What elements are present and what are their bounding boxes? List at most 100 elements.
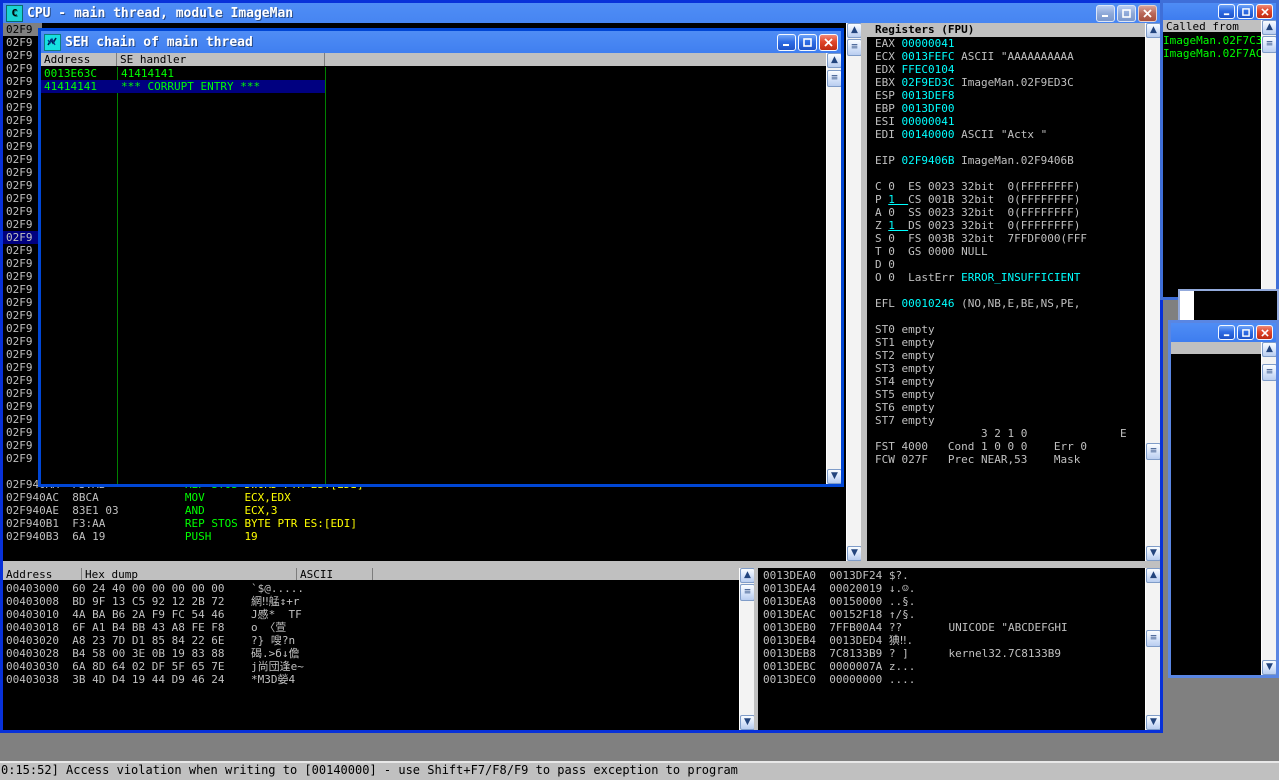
disassembly-row[interactable]: 02F940AE 83E1 03 AND ECX,3 bbox=[3, 504, 861, 517]
cpu-close-button[interactable] bbox=[1138, 4, 1157, 22]
stack-scroll-up-button[interactable]: ▲ bbox=[1146, 568, 1160, 583]
dump-scrollbar[interactable]: ▲ ≡ ▼ bbox=[739, 568, 754, 730]
disassembly-row[interactable]: 02F9 bbox=[3, 114, 42, 127]
fpu-register-value[interactable]: empty bbox=[902, 349, 935, 362]
cpu-window-buttons[interactable] bbox=[1096, 4, 1158, 22]
call-stack-pane[interactable]: Called from ImageMan.02F7C3 ImageMan.02F7… bbox=[1163, 20, 1276, 297]
aux-window-buttons[interactable] bbox=[1218, 325, 1274, 340]
dump-scroll-up-button[interactable]: ▲ bbox=[740, 568, 754, 583]
disassembly-row[interactable]: 02F9 bbox=[3, 400, 42, 413]
stack-scroll-down-button[interactable]: ▼ bbox=[1146, 715, 1160, 730]
flag-bit[interactable]: 0 bbox=[888, 232, 908, 245]
seh-window-buttons[interactable] bbox=[777, 33, 839, 51]
disassembly-row[interactable]: 02F9 bbox=[3, 101, 42, 114]
aux-window-titlebar[interactable] bbox=[1171, 323, 1276, 342]
seh-row[interactable]: 0013E63C 41414141 bbox=[41, 67, 325, 80]
call-stack-close-button[interactable] bbox=[1256, 4, 1273, 19]
aux-scroll-up-button[interactable]: ▲ bbox=[1262, 342, 1276, 357]
disassembly-row[interactable]: 02F9 bbox=[3, 309, 42, 322]
disassembly-row[interactable]: 02F9 bbox=[3, 23, 42, 36]
seh-window[interactable]: SEH chain of main thread Address SE hand… bbox=[38, 28, 844, 487]
flag-bit[interactable]: 0 bbox=[888, 271, 908, 284]
registers-scroll-thumb[interactable]: ≡ bbox=[1146, 443, 1160, 460]
flag-bit[interactable]: 1 bbox=[888, 219, 908, 232]
disassembly-row[interactable]: 02F9 bbox=[3, 179, 42, 192]
disassembly-scroll-thumb[interactable]: ≡ bbox=[847, 39, 861, 56]
disassembly-row[interactable]: 02F9 bbox=[3, 374, 42, 387]
disassembly-row[interactable]: 02F940AC 8BCA MOV ECX,EDX bbox=[3, 491, 861, 504]
efl-value[interactable]: 00010246 bbox=[902, 297, 962, 310]
aux-minimize-button[interactable] bbox=[1218, 325, 1235, 340]
fpu-register-value[interactable]: empty bbox=[902, 401, 935, 414]
seh-scroll-up-button[interactable]: ▲ bbox=[827, 53, 841, 68]
aux-scroll-down-button[interactable]: ▼ bbox=[1262, 660, 1276, 675]
fpu-register-value[interactable]: empty bbox=[902, 336, 935, 349]
segment-selector[interactable]: 0023 bbox=[928, 219, 961, 232]
seh-maximize-button[interactable] bbox=[798, 33, 817, 51]
disassembly-row[interactable]: 02F9 bbox=[3, 348, 42, 361]
stack-row[interactable]: 0013DEA0 0013DF24 $?. bbox=[758, 569, 1160, 582]
registers-scroll-down-button[interactable]: ▼ bbox=[1146, 546, 1160, 561]
fcw-value[interactable]: 027F bbox=[902, 453, 948, 466]
aux-maximize-button[interactable] bbox=[1237, 325, 1254, 340]
dump-row[interactable]: 00403010 4A BA B6 2A F9 FC 54 46 J慼* TF bbox=[3, 608, 754, 621]
disassembly-row[interactable]: 02F9 bbox=[3, 140, 42, 153]
disassembly-row[interactable]: 02F9 bbox=[3, 322, 42, 335]
disassembly-row[interactable]: 02F9 bbox=[3, 257, 42, 270]
register-value[interactable]: 0013DF00 bbox=[902, 102, 962, 115]
stack-pane[interactable]: 0013DEA0 0013DF24 $?. 0013DEA4 00020019 … bbox=[758, 568, 1160, 730]
dump-col-hex[interactable]: Hex dump bbox=[82, 568, 297, 580]
seh-window-titlebar[interactable]: SEH chain of main thread bbox=[41, 31, 841, 53]
dump-row[interactable]: 00403008 BD 9F 13 C5 92 12 2B 72 網‼艋↕+r bbox=[3, 595, 754, 608]
register-value[interactable]: 00000041 bbox=[902, 37, 962, 50]
flag-bit[interactable]: 0 bbox=[888, 258, 908, 271]
top-bottom-splitter[interactable] bbox=[3, 561, 1160, 568]
registers-scrollbar[interactable]: ▲ ≡ ▼ bbox=[1145, 23, 1160, 561]
flag-bit[interactable]: 1 bbox=[888, 193, 908, 206]
call-stack-maximize-button[interactable] bbox=[1237, 4, 1254, 19]
disassembly-row[interactable]: 02F940B1 F3:AA REP STOS BYTE PTR ES:[EDI… bbox=[3, 517, 861, 530]
disassembly-row[interactable]: 02F9 bbox=[3, 413, 42, 426]
seh-close-button[interactable] bbox=[819, 33, 838, 51]
disassembly-scroll-down-button[interactable]: ▼ bbox=[847, 546, 861, 561]
call-stack-window[interactable]: Called from ImageMan.02F7C3 ImageMan.02F7… bbox=[1160, 0, 1279, 300]
aux-col-1[interactable] bbox=[1171, 342, 1246, 354]
register-value[interactable]: 00000041 bbox=[902, 115, 962, 128]
register-value[interactable]: 0013FEFC bbox=[902, 50, 962, 63]
cpu-window-titlebar[interactable]: C CPU - main thread, module ImageMan bbox=[3, 3, 1160, 23]
call-stack-col-called-from[interactable]: Called from bbox=[1163, 20, 1261, 32]
call-stack-scroll-up-button[interactable]: ▲ bbox=[1262, 20, 1276, 35]
flag-bit[interactable]: 0 bbox=[888, 245, 908, 258]
dump-column-headers[interactable]: Address Hex dump ASCII bbox=[3, 568, 754, 581]
cpu-maximize-button[interactable] bbox=[1117, 4, 1136, 22]
seh-scroll-down-button[interactable]: ▼ bbox=[827, 469, 841, 484]
stack-row[interactable]: 0013DEAC 00152F18 ↑/§. bbox=[758, 608, 1160, 621]
stack-row[interactable]: 0013DEC0 00000000 .... bbox=[758, 673, 1160, 686]
fpu-register-value[interactable]: empty bbox=[902, 375, 935, 388]
dump-col-extra[interactable] bbox=[373, 568, 754, 580]
seh-column-headers[interactable]: Address SE handler bbox=[41, 53, 841, 67]
register-value[interactable]: 02F9406B bbox=[902, 154, 962, 167]
segment-selector[interactable]: 0023 bbox=[928, 206, 961, 219]
dump-row[interactable]: 00403020 A8 23 7D D1 85 84 22 6E ?} 嗖?n bbox=[3, 634, 754, 647]
disassembly-row[interactable]: 02F940B3 6A 19 PUSH 19 bbox=[3, 530, 861, 543]
call-stack-scrollbar[interactable]: ▲ ≡ bbox=[1261, 20, 1276, 297]
disassembly-row[interactable]: 02F9 bbox=[3, 75, 42, 88]
stack-row[interactable]: 0013DEB8 7C8133B9 ? ] kernel32.7C8133B9 bbox=[758, 647, 1160, 660]
registers-scroll-up-button[interactable]: ▲ bbox=[1146, 23, 1160, 38]
disassembly-row[interactable]: 02F9 bbox=[3, 244, 42, 257]
seh-chain-pane[interactable]: Address SE handler 0013E63C 41414141 41414… bbox=[41, 53, 841, 484]
disassembly-row[interactable]: 02F9 bbox=[3, 387, 42, 400]
seh-scrollbar[interactable]: ▲ ≡ ▼ bbox=[826, 53, 841, 484]
disassembly-row[interactable]: 02F9 bbox=[3, 361, 42, 374]
stack-row[interactable]: 0013DEB0 7FFB00A4 ?? UNICODE "ABCDEFGHI bbox=[758, 621, 1160, 634]
register-value[interactable]: 00140000 bbox=[902, 128, 962, 141]
flag-bit[interactable]: 0 bbox=[888, 206, 908, 219]
call-stack-row[interactable]: ImageMan.02F7C3 bbox=[1163, 34, 1276, 47]
segment-selector[interactable]: 001B bbox=[928, 193, 961, 206]
disassembly-row[interactable]: 02F9 bbox=[3, 62, 42, 75]
fpu-register-value[interactable]: empty bbox=[902, 388, 935, 401]
aux-window-pane[interactable]: ▲ ≡ ▼ bbox=[1171, 342, 1276, 675]
register-value[interactable]: 0013DEF8 bbox=[902, 89, 962, 102]
disassembly-scrollbar[interactable]: ▲ ≡ ▼ bbox=[846, 23, 861, 561]
